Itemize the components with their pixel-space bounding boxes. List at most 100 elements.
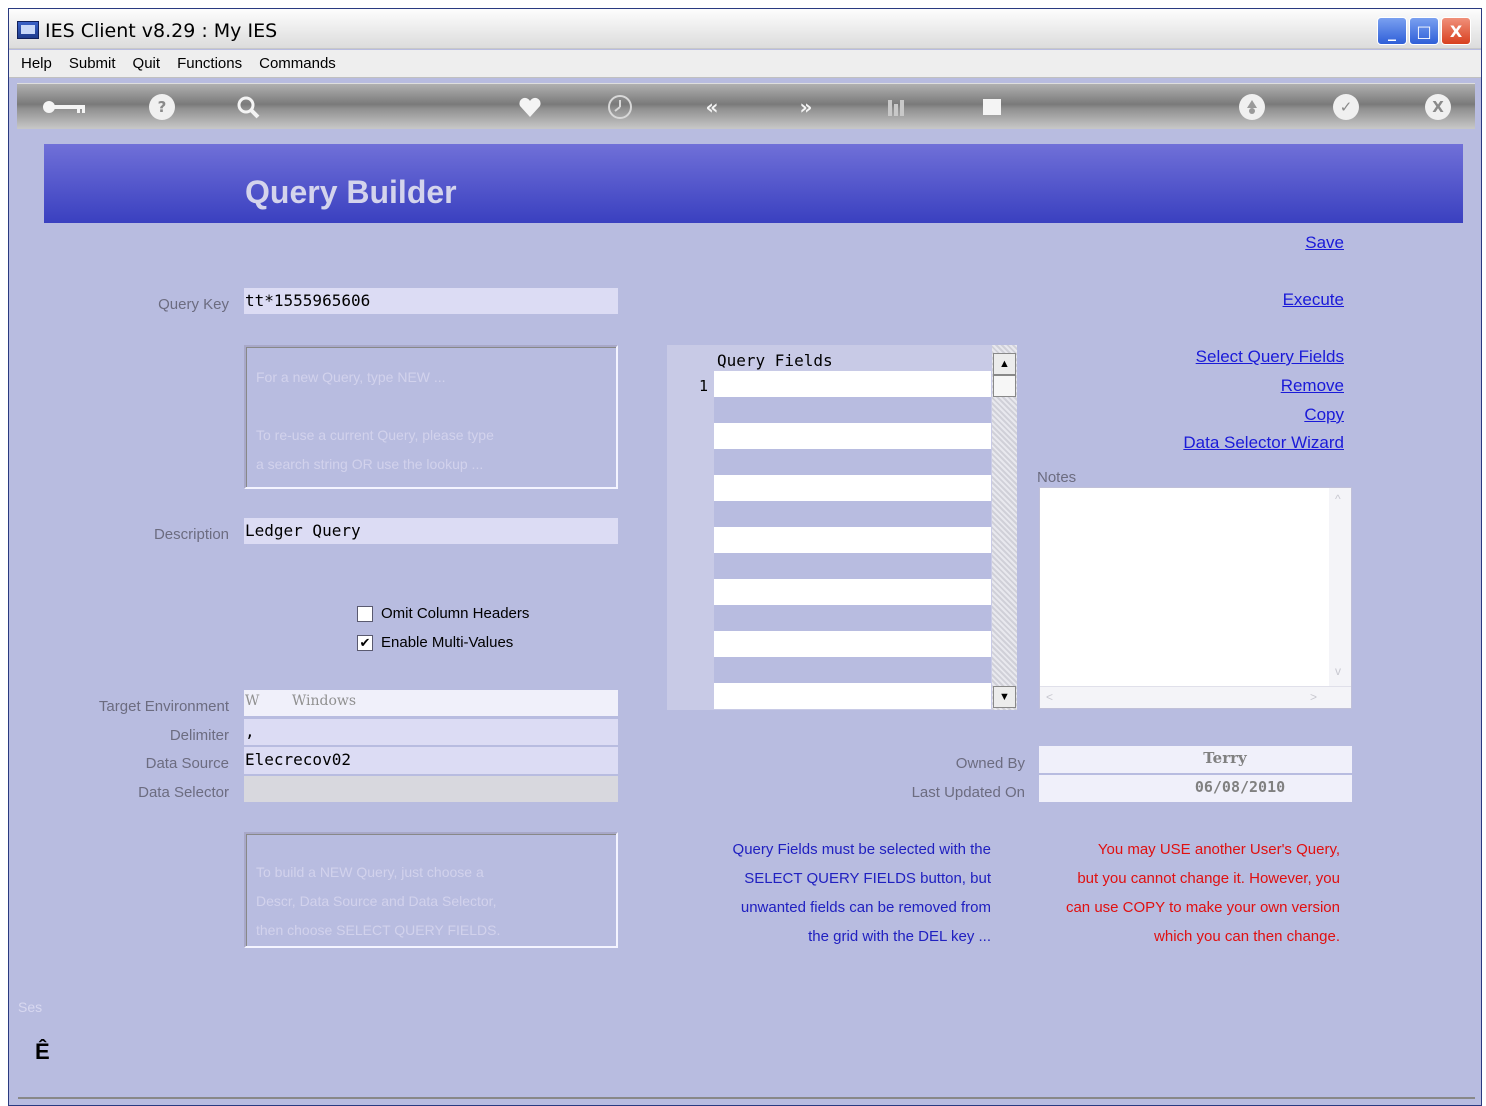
delimiter-input[interactable]: , <box>244 719 618 745</box>
omit-headers-checkbox[interactable] <box>357 605 373 622</box>
notes-horizontal-scrollbar[interactable]: < > <box>1040 686 1351 708</box>
hint-line: To re-use a current Query, please type <box>256 427 494 443</box>
data-selector-input[interactable] <box>244 776 618 802</box>
grid-row[interactable] <box>714 527 991 553</box>
key-icon[interactable] <box>41 94 87 120</box>
search-icon[interactable] <box>235 94 261 120</box>
window-title: IES Client v8.29 : My IES <box>45 20 278 42</box>
grid-row[interactable] <box>714 553 991 579</box>
data-source-label: Data Source <box>145 755 229 772</box>
data-selector-label: Data Selector <box>138 784 229 801</box>
info-line: You may USE another User's Query, <box>1097 841 1340 858</box>
hint-line: For a new Query, type NEW ... <box>256 369 446 385</box>
grid-row[interactable] <box>714 449 991 475</box>
menu-submit[interactable]: Submit <box>69 55 116 72</box>
help-icon[interactable]: ? <box>149 94 175 120</box>
copy-link[interactable]: Copy <box>1304 405 1344 425</box>
rewind-icon[interactable]: « <box>699 94 725 120</box>
status-icon[interactable]: Ê <box>35 1039 50 1065</box>
grid-row[interactable] <box>714 631 991 657</box>
select-query-fields-link[interactable]: Select Query Fields <box>1196 347 1344 367</box>
tree-icon[interactable] <box>883 94 909 120</box>
multi-values-checkbox[interactable]: ✔ <box>357 634 373 651</box>
grid-row[interactable] <box>714 371 991 397</box>
scroll-up-icon[interactable]: ▲ <box>993 353 1016 375</box>
menu-quit[interactable]: Quit <box>133 55 161 72</box>
notes-scroll-down-icon[interactable]: v <box>1335 664 1341 678</box>
omit-headers-label: Omit Column Headers <box>381 605 530 622</box>
owned-by-value: Terry <box>1039 746 1352 773</box>
last-updated-value: 06/08/2010 <box>1039 775 1352 802</box>
grid-row[interactable] <box>714 423 991 449</box>
hint-line: a search string OR use the lookup ... <box>256 456 484 472</box>
status-text: Ses <box>18 999 43 1015</box>
check-icon[interactable]: ✓ <box>1333 94 1359 120</box>
scroll-down-icon[interactable]: ▼ <box>993 686 1016 708</box>
notes-scroll-up-icon[interactable]: ^ <box>1335 492 1341 506</box>
close-icon[interactable]: X <box>1425 94 1451 120</box>
notes-label: Notes <box>1037 469 1077 486</box>
info-line: Query Fields must be selected with the <box>732 841 991 858</box>
menu-bar: Help Submit Quit Functions Commands <box>9 50 1481 78</box>
multi-values-label: Enable Multi-Values <box>381 634 514 651</box>
delimiter-label: Delimiter <box>169 727 229 744</box>
grid-row[interactable] <box>714 501 991 527</box>
hint-line: Descr, Data Source and Data Selector, <box>256 893 497 909</box>
app-icon <box>17 21 39 39</box>
info-line: SELECT QUERY FIELDS button, but <box>744 870 991 887</box>
remove-link[interactable]: Remove <box>1281 376 1344 396</box>
notes-scroll-left-icon[interactable]: < <box>1046 690 1053 704</box>
build-query-hint: To build a NEW Query, just choose a Desc… <box>244 832 618 948</box>
scroll-thumb[interactable] <box>993 375 1016 397</box>
menu-functions[interactable]: Functions <box>177 55 242 72</box>
forward-icon[interactable]: » <box>793 94 819 120</box>
query-key-input[interactable]: tt*1555965606 <box>244 288 618 314</box>
data-source-input[interactable]: Elecrecov02 <box>244 747 618 774</box>
description-input[interactable]: Ledger Query <box>244 518 618 544</box>
omit-headers-row[interactable]: Omit Column Headers <box>357 605 529 622</box>
notes-textarea[interactable]: ^ v < > <box>1039 487 1352 709</box>
maximize-button[interactable]: □ <box>1409 17 1439 45</box>
grid-row[interactable] <box>714 657 991 683</box>
data-selector-wizard-link[interactable]: Data Selector Wizard <box>1183 433 1344 453</box>
owned-by-label: Owned By <box>955 755 1025 772</box>
notes-scroll-right-icon[interactable]: > <box>1310 690 1317 704</box>
grid-row[interactable] <box>714 397 991 423</box>
stop-icon[interactable] <box>979 94 1005 120</box>
last-updated-label: Last Updated On <box>911 784 1025 801</box>
minimize-button[interactable]: _ <box>1377 17 1407 45</box>
hint-line <box>256 392 606 421</box>
grid-header: Query Fields <box>717 351 833 370</box>
query-key-label: Query Key <box>158 296 229 313</box>
window-controls: _ □ X <box>1377 17 1471 45</box>
title-bar[interactable]: IES Client v8.29 : My IES _ □ X <box>9 9 1481 49</box>
query-fields-grid[interactable]: Query Fields 1 ▲ ▼ <box>667 345 1017 710</box>
menu-help[interactable]: Help <box>21 55 52 72</box>
grid-row[interactable] <box>714 683 991 709</box>
query-fields-info: Query Fields must be selected with the S… <box>733 835 991 951</box>
info-line: which you can then change. <box>1154 928 1340 945</box>
multi-values-row[interactable]: ✔ Enable Multi-Values <box>357 634 513 651</box>
page-banner: Query Builder <box>44 144 1463 223</box>
close-button[interactable]: X <box>1441 17 1471 45</box>
hint-line: then choose SELECT QUERY FIELDS. <box>256 922 501 938</box>
execute-link[interactable]: Execute <box>1283 290 1344 310</box>
heart-icon[interactable] <box>517 94 543 120</box>
info-line: unwanted fields can be removed from <box>740 899 991 916</box>
ownership-info: You may USE another User's Query, but yo… <box>1066 835 1340 951</box>
clock-icon[interactable] <box>607 94 633 120</box>
notes-vertical-scrollbar[interactable]: ^ v <box>1329 488 1351 686</box>
save-link[interactable]: Save <box>1305 233 1344 253</box>
new-query-hint: For a new Query, type NEW ... To re-use … <box>244 345 618 489</box>
toolbar: ? « » ✓ X <box>17 83 1475 129</box>
grid-scrollbar[interactable]: ▲ ▼ <box>992 345 1017 710</box>
app-window: IES Client v8.29 : My IES _ □ X Help Sub… <box>8 8 1482 1106</box>
target-env-code: W <box>245 693 260 709</box>
recycle-icon[interactable] <box>1239 94 1265 120</box>
grid-row[interactable] <box>714 579 991 605</box>
description-label: Description <box>153 526 229 543</box>
target-env-select[interactable]: W Windows <box>244 690 618 716</box>
menu-commands[interactable]: Commands <box>259 55 336 72</box>
grid-row[interactable] <box>714 475 991 501</box>
grid-row[interactable] <box>714 605 991 631</box>
